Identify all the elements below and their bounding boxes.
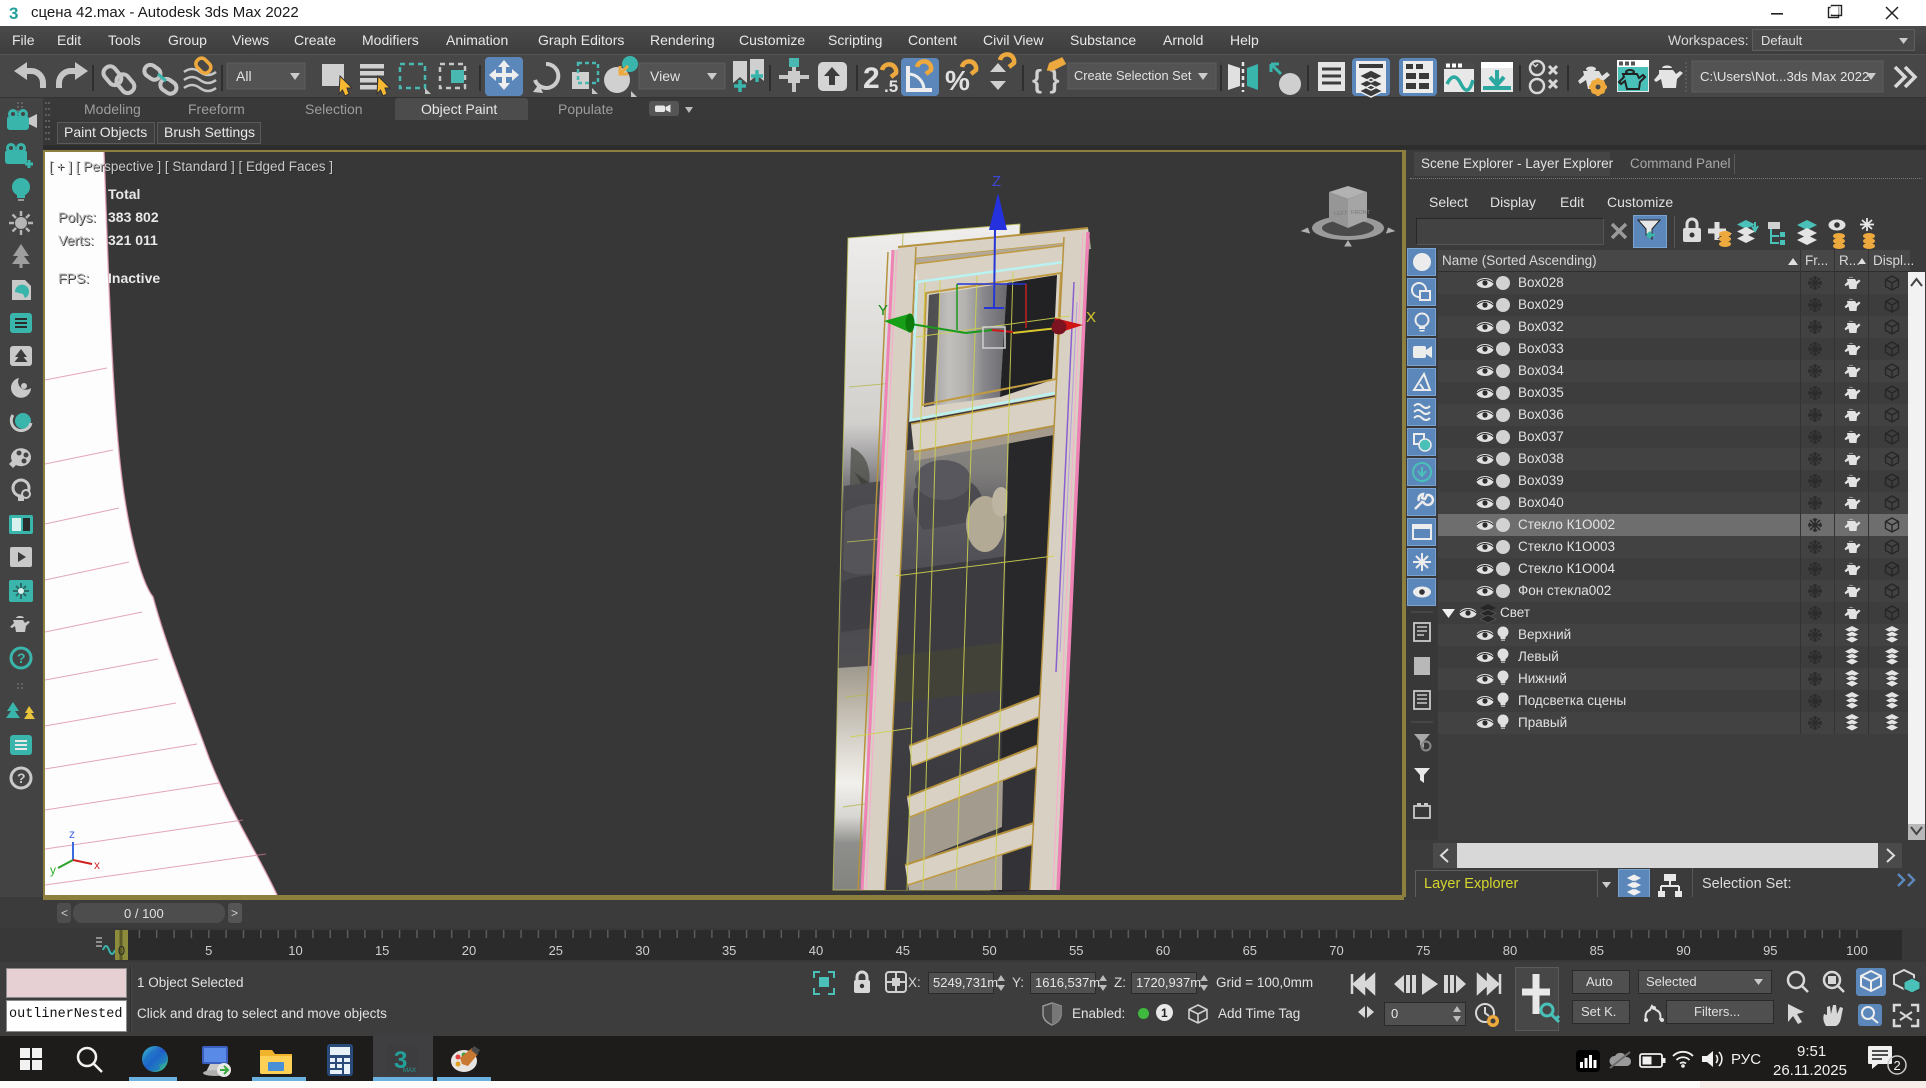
svg-text:80: 80 (1503, 943, 1517, 958)
svg-text:y: y (50, 863, 56, 877)
svg-text:0: 0 (118, 943, 125, 958)
svg-text:Z: Z (992, 173, 1001, 190)
svg-text:LEFT: LEFT (1334, 211, 1348, 217)
svg-text:65: 65 (1243, 943, 1257, 958)
svg-text:55: 55 (1069, 943, 1083, 958)
svg-text:3: 3 (9, 4, 18, 23)
svg-text:90: 90 (1676, 943, 1690, 958)
svg-text:70: 70 (1329, 943, 1343, 958)
svg-text:60: 60 (1156, 943, 1170, 958)
svg-text:FRONT: FRONT (1351, 210, 1371, 216)
svg-text:X: X (1086, 309, 1096, 326)
svg-text:z: z (69, 827, 75, 841)
svg-text:?: ? (17, 650, 26, 666)
svg-text:10: 10 (288, 943, 302, 958)
svg-text:95: 95 (1763, 943, 1777, 958)
svg-text:?: ? (17, 770, 26, 786)
svg-text:35: 35 (722, 943, 736, 958)
svg-text:30: 30 (635, 943, 649, 958)
svg-text:Y: Y (878, 302, 888, 319)
svg-text:25: 25 (549, 943, 563, 958)
svg-text:15: 15 (375, 943, 389, 958)
svg-text:x: x (94, 858, 100, 872)
svg-text:20: 20 (462, 943, 476, 958)
svg-text:40: 40 (809, 943, 823, 958)
svg-text:100: 100 (1846, 943, 1868, 958)
svg-text:5: 5 (205, 943, 212, 958)
svg-text:75: 75 (1416, 943, 1430, 958)
svg-text:50: 50 (982, 943, 996, 958)
svg-text:MAX: MAX (403, 1068, 416, 1074)
svg-text:85: 85 (1590, 943, 1604, 958)
svg-text:C:\Users\Not...3ds Max 2022: C:\Users\Not...3ds Max 2022 (1700, 69, 1869, 84)
svg-text:45: 45 (896, 943, 910, 958)
svg-text:2: 2 (1894, 1058, 1901, 1073)
